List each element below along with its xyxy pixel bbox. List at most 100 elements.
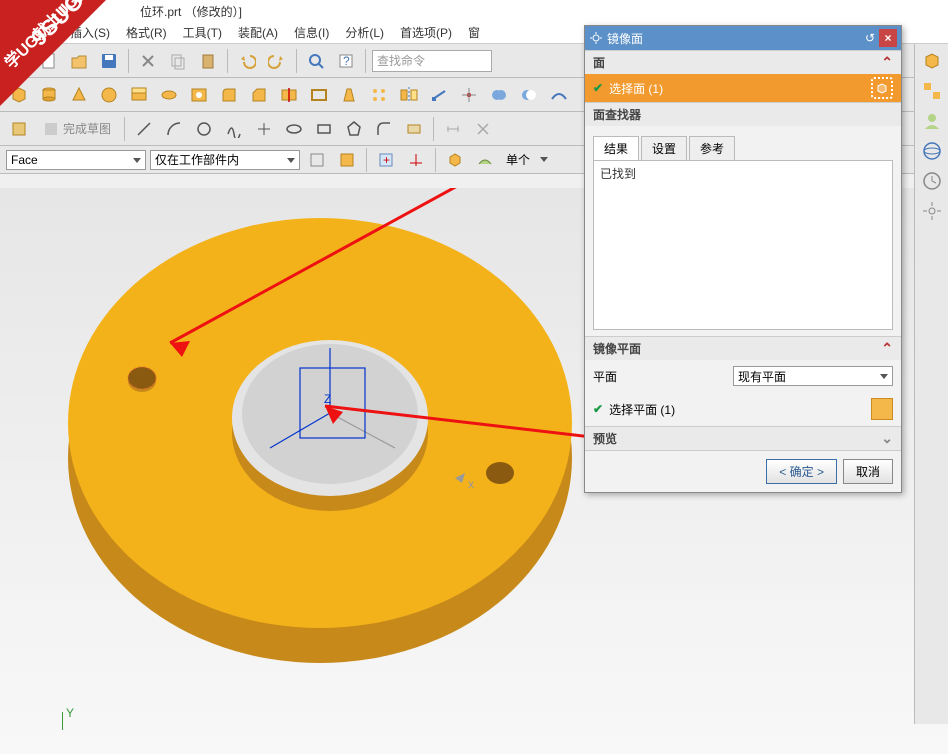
model-disc: Z x (60, 198, 600, 678)
subtract-icon[interactable] (516, 82, 542, 108)
section-finder[interactable]: 面查找器 (585, 102, 901, 126)
line-icon[interactable] (131, 116, 157, 142)
shell-icon[interactable] (306, 82, 332, 108)
filter-btn-1-icon[interactable] (304, 147, 330, 173)
offset-icon[interactable] (401, 116, 427, 142)
help-icon[interactable]: ? (333, 48, 359, 74)
ok-button[interactable]: < 确定 > (766, 459, 837, 484)
menu-info[interactable]: 信息(I) (288, 22, 335, 43)
finish-sketch-icon[interactable]: 完成草图 (36, 116, 118, 142)
found-list[interactable]: 已找到 (593, 160, 893, 330)
menu-view[interactable]: 视图(V) (8, 22, 60, 43)
filter-sheet-icon[interactable] (472, 147, 498, 173)
menu-assembly[interactable]: 装配(A) (232, 22, 284, 43)
separator (433, 117, 434, 141)
fillet-icon[interactable] (371, 116, 397, 142)
dialog-titlebar[interactable]: 镜像面 ↺ × (585, 26, 901, 50)
open-icon[interactable] (66, 48, 92, 74)
point-icon[interactable] (456, 82, 482, 108)
plane-icon[interactable] (871, 398, 893, 420)
section-mirror-plane[interactable]: 镜像平面⌃ (585, 336, 901, 360)
face-finder: 结果 设置 参考 已找到 (585, 126, 901, 336)
extrude-icon[interactable] (126, 82, 152, 108)
surface-icon[interactable] (546, 82, 572, 108)
svg-text:Z: Z (324, 392, 331, 406)
svg-text:+: + (383, 153, 390, 167)
unite-icon[interactable] (486, 82, 512, 108)
draft-icon[interactable] (336, 82, 362, 108)
filter-btn-3-icon[interactable]: + (373, 147, 399, 173)
svg-text:x: x (468, 477, 474, 491)
chamfer-icon[interactable] (246, 82, 272, 108)
menu-tools[interactable]: 工具(T) (177, 22, 228, 43)
rail-settings-icon[interactable] (919, 198, 945, 224)
menu-preferences[interactable]: 首选项(P) (394, 22, 458, 43)
select-face-row[interactable]: ✔ 选择面 (1) (585, 74, 901, 102)
filter-solid-icon[interactable] (442, 147, 468, 173)
block-icon[interactable] (6, 82, 32, 108)
cut-icon[interactable] (135, 48, 161, 74)
separator (128, 49, 129, 73)
sketch-icon[interactable] (6, 116, 32, 142)
filter-btn-4-icon[interactable] (403, 147, 429, 173)
rail-history-icon[interactable] (919, 168, 945, 194)
rail-web-icon[interactable] (919, 138, 945, 164)
menu-format[interactable]: 格式(R) (120, 22, 173, 43)
cylinder-icon[interactable] (36, 82, 62, 108)
start-dropdown-icon[interactable] (6, 48, 32, 74)
menu-window[interactable]: 窗 (462, 22, 486, 43)
constraint-icon[interactable] (470, 116, 496, 142)
plane-label: 平面 (593, 368, 617, 385)
redo-icon[interactable] (264, 48, 290, 74)
face-cube-icon[interactable] (871, 77, 893, 99)
circle-icon[interactable] (191, 116, 217, 142)
section-preview[interactable]: 预览⌄ (585, 426, 901, 450)
rectangle-icon[interactable] (311, 116, 337, 142)
trim-icon[interactable] (276, 82, 302, 108)
polygon-icon[interactable] (341, 116, 367, 142)
separator (296, 49, 297, 73)
undo-icon[interactable] (234, 48, 260, 74)
tab-result[interactable]: 结果 (593, 136, 639, 160)
scope-filter-combo[interactable]: 仅在工作部件内 (150, 150, 300, 170)
single-select-combo[interactable]: 单个 (502, 150, 552, 170)
arc-icon[interactable] (161, 116, 187, 142)
tab-settings[interactable]: 设置 (641, 136, 687, 160)
rail-model-icon[interactable] (919, 48, 945, 74)
revolve-icon[interactable] (156, 82, 182, 108)
select-plane-row[interactable]: ✔ 选择平面 (1) (585, 392, 901, 426)
sphere-icon[interactable] (96, 82, 122, 108)
blend-icon[interactable] (216, 82, 242, 108)
cancel-button[interactable]: 取消 (843, 459, 893, 484)
plane-type-row: 平面 现有平面 (585, 360, 901, 392)
rail-assembly-icon[interactable] (919, 78, 945, 104)
pattern-icon[interactable] (366, 82, 392, 108)
mirror-icon[interactable] (396, 82, 422, 108)
separator (124, 117, 125, 141)
command-finder-icon[interactable] (303, 48, 329, 74)
menu-analysis[interactable]: 分析(L) (339, 22, 390, 43)
dim-icon[interactable] (440, 116, 466, 142)
type-filter-combo[interactable]: Face (6, 150, 146, 170)
rail-roles-icon[interactable] (919, 108, 945, 134)
tab-reference[interactable]: 参考 (689, 136, 735, 160)
save-icon[interactable] (96, 48, 122, 74)
ellipse-icon[interactable] (281, 116, 307, 142)
copy-icon[interactable] (165, 48, 191, 74)
separator (366, 148, 367, 172)
hole-icon[interactable] (186, 82, 212, 108)
spline-icon[interactable] (221, 116, 247, 142)
menu-insert[interactable]: 插入(S) (64, 22, 116, 43)
datum-icon[interactable] (426, 82, 452, 108)
filter-btn-2-icon[interactable] (334, 147, 360, 173)
paste-icon[interactable] (195, 48, 221, 74)
section-face[interactable]: 面⌃ (585, 50, 901, 74)
command-search-input[interactable]: 查找命令 (372, 50, 492, 72)
cone-icon[interactable] (66, 82, 92, 108)
dialog-close-icon[interactable]: × (879, 29, 897, 47)
new-icon[interactable] (36, 48, 62, 74)
dialog-title: 镜像面 (607, 30, 861, 47)
point2-icon[interactable] (251, 116, 277, 142)
plane-option-combo[interactable]: 现有平面 (733, 366, 893, 386)
dialog-reset-icon[interactable]: ↺ (861, 29, 879, 47)
